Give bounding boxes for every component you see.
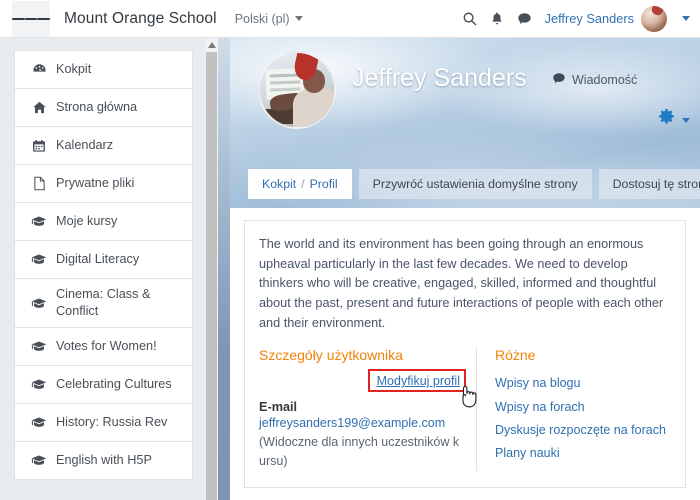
customize-page-button[interactable]: Dostosuj tę stronę <box>598 169 700 199</box>
sidebar-item-digital-literacy[interactable]: Digital Literacy <box>14 240 193 279</box>
user-details-column: Szczegóły użytkownika Modyfikuj profil E… <box>259 347 477 471</box>
sidebar-item-prywatne-pliki[interactable]: Prywatne pliki <box>14 164 193 203</box>
page-action-tabs: Kokpit / Profil Przywróć ustawienia domy… <box>248 169 700 199</box>
chevron-down-icon <box>294 16 303 21</box>
navbar-right-group: Jeffrey Sanders <box>462 5 690 32</box>
breadcrumb-separator: / <box>301 177 305 191</box>
misc-heading: Różne <box>495 347 536 364</box>
site-brand[interactable]: Mount Orange School <box>64 10 217 28</box>
email-visibility-note: (Widoczne dla innych uczestników kursu) <box>259 435 460 468</box>
chevron-down-icon <box>682 117 690 123</box>
sidebar-nav: Kokpit Strona główna Kalendarz Prywatne … <box>0 38 205 500</box>
calendar-icon <box>31 139 47 153</box>
sidebar-scrollbar[interactable] <box>205 38 218 500</box>
sidebar-item-kalendarz[interactable]: Kalendarz <box>14 126 193 165</box>
hamburger-menu-button[interactable] <box>12 0 51 37</box>
misc-link-learning-plans[interactable]: Plany nauki <box>495 442 666 465</box>
sidebar-item-kokpit[interactable]: Kokpit <box>14 50 193 89</box>
profile-avatar <box>258 51 336 129</box>
sidebar-item-label: Strona główna <box>56 99 138 114</box>
chevron-down-icon[interactable] <box>682 16 690 21</box>
email-value[interactable]: jeffreysanders199@example.com (Widoczne … <box>259 414 462 470</box>
message-icon[interactable] <box>517 12 532 26</box>
misc-link-blog-posts[interactable]: Wpisy na blogu <box>495 372 666 395</box>
misc-column: Różne Wpisy na blogu Wpisy na forach Dys… <box>477 347 666 470</box>
send-message-label: Wiadomość <box>572 73 638 87</box>
sidebar-item-english-with-h5p[interactable]: English with H5P <box>14 441 193 481</box>
navbar-user-name: Jeffrey Sanders <box>544 11 634 26</box>
sidebar-item-label: Votes for Women! <box>56 339 157 354</box>
profile-columns: Szczegóły użytkownika Modyfikuj profil E… <box>259 347 671 471</box>
graduation-cap-icon <box>31 340 47 353</box>
sidebar-item-cinema-class-conflict[interactable]: Cinema: Class & Conflict <box>14 278 193 329</box>
sidebar-item-label: History: Russia Rev <box>56 415 168 430</box>
message-icon <box>552 72 566 88</box>
bell-icon[interactable] <box>490 11 504 26</box>
sidebar-item-label: Cinema: Class & Conflict <box>56 287 151 319</box>
profile-card: The world and its environment has been g… <box>244 220 686 488</box>
hamburger-icon-bar <box>12 17 25 20</box>
language-label: Polski (pl) <box>234 11 290 26</box>
file-icon <box>31 176 47 191</box>
sidebar-item-label: Moje kursy <box>56 213 118 228</box>
course-intro-text: The world and its environment has been g… <box>259 237 664 330</box>
sidebar-item-label: Celebrating Cultures <box>56 377 172 392</box>
hamburger-icon-bar <box>37 17 51 20</box>
sidebar-item-strona-glowna[interactable]: Strona główna <box>14 88 193 127</box>
edit-profile-row: Modyfikuj profil <box>259 369 477 408</box>
scroll-up-arrow-icon[interactable] <box>205 38 218 52</box>
misc-link-forum-discussions[interactable]: Dyskusje rozpoczęte na forach <box>495 419 666 442</box>
content-area: The world and its environment has been g… <box>230 220 700 488</box>
language-selector[interactable]: Polski (pl) <box>235 12 303 26</box>
page-settings-menu[interactable] <box>657 108 690 132</box>
sidebar-item-celebrating-cultures[interactable]: Celebrating Cultures <box>14 365 193 405</box>
graduation-cap-icon <box>31 416 47 429</box>
home-icon <box>31 100 47 115</box>
email-address: jeffreysanders199@example.com <box>259 416 446 431</box>
top-navbar: Mount Orange School Polski (pl) Jeffrey … <box>0 0 700 38</box>
user-details-heading: Szczegóły użytkownika <box>259 347 403 364</box>
breadcrumb[interactable]: Kokpit / Profil <box>248 169 352 199</box>
graduation-cap-icon <box>31 297 47 310</box>
page-title: Jeffrey Sanders <box>352 64 527 92</box>
sidebar-item-label: English with H5P <box>56 453 152 468</box>
hamburger-icon-bar <box>24 17 38 20</box>
sidebar-item-votes-for-women[interactable]: Votes for Women! <box>14 327 193 367</box>
profile-banner: Jeffrey Sanders Wiadomość Kokpit / Profi… <box>230 38 700 208</box>
sidebar-item-label: Kalendarz <box>56 137 114 152</box>
gear-icon <box>657 108 676 132</box>
navbar-user-menu[interactable]: Jeffrey Sanders <box>544 5 667 32</box>
avatar <box>641 5 667 32</box>
sidebar-item-label: Digital Literacy <box>56 251 140 266</box>
graduation-cap-icon <box>31 378 47 391</box>
edit-profile-link[interactable]: Modyfikuj profil <box>377 374 460 388</box>
reset-page-button[interactable]: Przywróć ustawienia domyślne strony <box>358 169 592 199</box>
sidebar-item-label: Kokpit <box>56 61 92 76</box>
breadcrumb-item-profil[interactable]: Profil <box>310 177 338 191</box>
send-message-link[interactable]: Wiadomość <box>552 72 637 88</box>
graduation-cap-icon <box>31 253 47 266</box>
mouse-cursor-pointer-icon <box>458 384 480 410</box>
avatar-body <box>292 88 334 127</box>
sidebar-item-label: Prywatne pliki <box>56 175 135 190</box>
sidebar-item-history-russia-rev[interactable]: History: Russia Rev <box>14 403 193 443</box>
misc-link-forum-posts[interactable]: Wpisy na forach <box>495 396 666 419</box>
breadcrumb-item-kokpit[interactable]: Kokpit <box>262 177 296 191</box>
graduation-cap-icon <box>31 454 47 467</box>
sidebar-scrollbar-thumb[interactable] <box>206 52 217 500</box>
sidebar-item-moje-kursy[interactable]: Moje kursy <box>14 202 193 241</box>
email-label: E-mail <box>259 400 298 415</box>
page-edge-strip <box>218 38 230 500</box>
search-icon[interactable] <box>462 11 477 26</box>
graduation-cap-icon <box>31 215 47 228</box>
dashboard-icon <box>31 62 47 77</box>
main-content: Jeffrey Sanders Wiadomość Kokpit / Profi… <box>230 38 700 500</box>
